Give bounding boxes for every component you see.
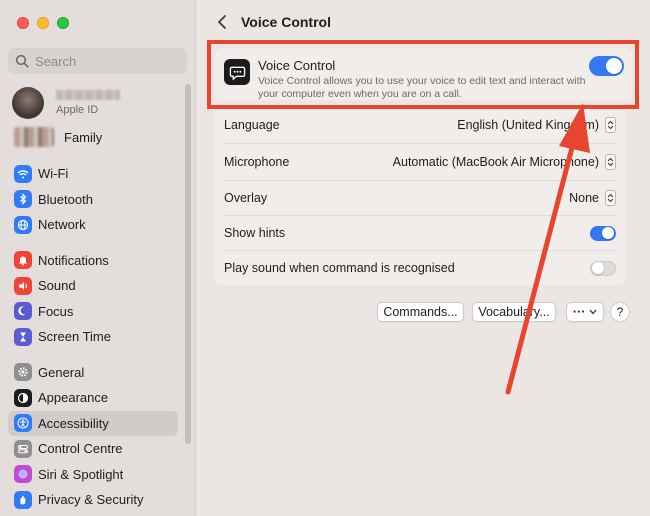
play-sound-row: Play sound when command is recognised	[215, 251, 625, 285]
minimize-window-button[interactable]	[37, 17, 49, 29]
wifi-icon	[14, 164, 32, 183]
sidebar-item-notifications[interactable]: Notifications	[8, 248, 178, 274]
voice-control-settings: Language English (United Kingdom) Microp…	[215, 107, 625, 285]
play-sound-toggle[interactable]	[590, 260, 616, 276]
overlay-label: Overlay	[224, 191, 268, 205]
sidebar-item-bluetooth[interactable]: Bluetooth	[8, 187, 178, 213]
appearance-icon	[14, 388, 32, 407]
window-controls	[17, 17, 69, 29]
overlay-row[interactable]: Overlay None	[215, 181, 625, 215]
main-pane: Voice Control Voice Control Voice Contro…	[197, 0, 650, 516]
siri-icon	[14, 465, 32, 484]
sidebar-item-wi-fi[interactable]: Wi-Fi	[8, 161, 178, 187]
sidebar-item-label: Control Centre	[38, 441, 123, 457]
language-row[interactable]: Language English (United Kingdom)	[215, 107, 625, 143]
sidebar-item-label: General	[38, 364, 85, 380]
show-hints-label: Show hints	[224, 226, 286, 240]
language-value: English (United Kingdom)	[457, 118, 599, 132]
language-popup-chevrons-icon[interactable]	[605, 117, 616, 133]
sidebar-item-focus[interactable]: Focus	[8, 299, 178, 325]
apple-id-account[interactable]: Apple ID	[12, 86, 182, 120]
sidebar-item-label: Focus	[38, 303, 74, 319]
search-field[interactable]	[8, 48, 187, 74]
close-window-button[interactable]	[17, 17, 29, 29]
sidebar-item-label: Privacy & Security	[38, 492, 144, 508]
header: Voice Control	[197, 0, 650, 44]
voice-control-card: Voice Control Voice Control allows you t…	[215, 48, 633, 100]
overlay-popup-chevrons-icon[interactable]	[605, 190, 616, 206]
show-hints-toggle[interactable]	[590, 225, 616, 241]
sidebar-item-screen-time[interactable]: Screen Time	[8, 324, 178, 350]
avatar	[12, 87, 44, 119]
sidebar-item-siri-spotlight[interactable]: Siri & Spotlight	[8, 462, 178, 488]
sidebar-nav: Wi-Fi Bluetooth Network Notifications Sound F…	[8, 161, 178, 513]
sidebar-item-sound[interactable]: Sound	[8, 273, 178, 299]
sidebar-item-label: Screen Time	[38, 329, 111, 345]
speaker-icon	[14, 276, 32, 295]
sidebar-item-privacy-security[interactable]: Privacy & Security	[8, 487, 178, 513]
voice-control-title: Voice Control	[258, 58, 336, 73]
sidebar-item-network[interactable]: Network	[8, 212, 178, 238]
microphone-popup-chevrons-icon[interactable]	[605, 154, 616, 170]
sidebar-scrollbar[interactable]	[185, 84, 191, 444]
microphone-value: Automatic (MacBook Air Microphone)	[392, 155, 599, 169]
voice-control-description: Voice Control allows you to use your voi…	[258, 75, 586, 100]
language-label: Language	[224, 118, 280, 132]
show-hints-row: Show hints	[215, 216, 625, 250]
help-button[interactable]: ?	[610, 302, 630, 322]
accessibility-icon	[14, 414, 32, 433]
sidebar: Apple ID Family Wi-Fi Bluetooth Network Not…	[0, 0, 196, 516]
globe-icon	[14, 215, 32, 234]
voice-control-app-icon	[224, 59, 250, 85]
sidebar-separator	[8, 238, 178, 248]
family-item[interactable]: Family	[14, 126, 184, 148]
more-options-label: ···	[572, 305, 586, 319]
play-sound-label: Play sound when command is recognised	[224, 261, 455, 275]
search-icon	[15, 54, 29, 68]
back-chevron-icon[interactable]	[215, 14, 229, 30]
sidebar-item-label: Notifications	[38, 252, 109, 268]
hand-icon	[14, 490, 32, 509]
chevron-down-icon	[589, 309, 597, 315]
zoom-window-button[interactable]	[57, 17, 69, 29]
family-label: Family	[64, 129, 103, 145]
sidebar-item-label: Appearance	[38, 390, 109, 406]
microphone-row[interactable]: Microphone Automatic (MacBook Air Microp…	[215, 144, 625, 180]
sidebar-item-general[interactable]: General	[8, 360, 178, 386]
sidebar-item-accessibility[interactable]: Accessibility	[8, 410, 178, 436]
page-title: Voice Control	[241, 14, 331, 30]
hourglass-icon	[14, 327, 32, 346]
sidebar-item-label: Accessibility	[38, 415, 109, 431]
voice-control-toggle[interactable]	[589, 56, 624, 76]
bell-icon	[14, 251, 32, 270]
search-input[interactable]	[35, 53, 175, 69]
sidebar-separator	[8, 350, 178, 360]
sidebar-item-label: Wi-Fi	[38, 166, 69, 182]
gear-icon	[14, 363, 32, 382]
sidebar-item-label: Network	[38, 217, 86, 233]
apple-id-label: Apple ID	[56, 104, 99, 116]
bluetooth-icon	[14, 190, 32, 209]
sidebar-item-label: Sound	[38, 278, 76, 294]
control-centre-icon	[14, 439, 32, 458]
commands-button[interactable]: Commands...	[377, 302, 464, 322]
microphone-label: Microphone	[224, 155, 290, 169]
sidebar-item-control-centre[interactable]: Control Centre	[8, 436, 178, 462]
overlay-value: None	[569, 191, 599, 205]
sidebar-item-label: Bluetooth	[38, 191, 93, 207]
speech-bubble-icon	[229, 66, 245, 81]
vocabulary-button[interactable]: Vocabulary...	[472, 302, 556, 322]
more-options-popup[interactable]: ···	[566, 302, 604, 322]
blurred-account-name	[56, 90, 120, 100]
family-avatars	[14, 127, 54, 147]
moon-icon	[14, 302, 32, 321]
sidebar-item-label: Siri & Spotlight	[38, 466, 124, 482]
sidebar-item-appearance[interactable]: Appearance	[8, 385, 178, 411]
